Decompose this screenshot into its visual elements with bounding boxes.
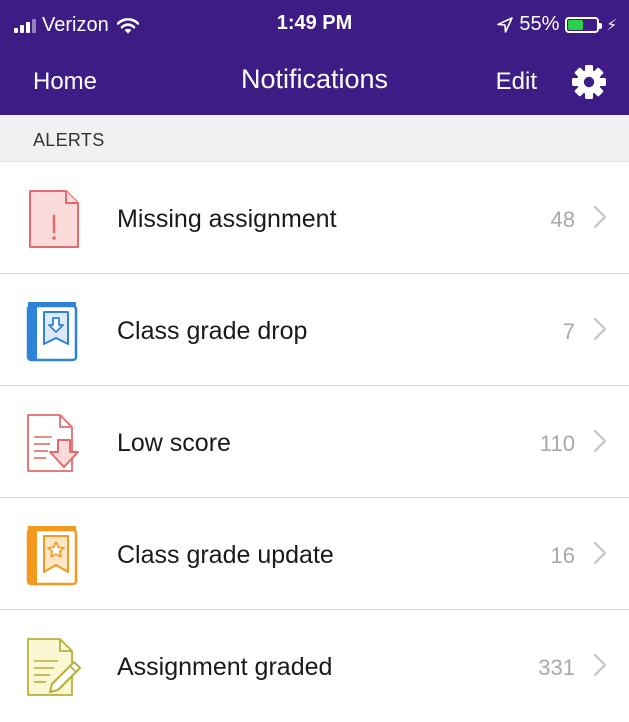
alert-label: Assignment graded (117, 653, 333, 681)
alert-count: 7 (562, 319, 575, 344)
nav-bar: Home Notifications Edit (0, 50, 629, 115)
chevron-right-icon (593, 317, 607, 341)
chevron-right-icon (593, 653, 607, 677)
alerts-section-header: ALERTS (0, 115, 629, 162)
battery-level-fill (568, 19, 584, 30)
alert-label: Low score (117, 429, 231, 457)
battery-icon (565, 16, 603, 33)
alert-row-class-grade-drop[interactable]: Class grade drop 7 (0, 274, 629, 386)
chevron-right-icon (593, 205, 607, 229)
alert-count: 331 (538, 655, 575, 680)
alert-label: Missing assignment (117, 205, 337, 233)
section-title: ALERTS (33, 130, 105, 150)
gear-icon[interactable] (571, 64, 607, 100)
alert-label: Class grade update (117, 541, 334, 569)
class-grade-update-icon (26, 526, 78, 586)
edit-button[interactable]: Edit (496, 68, 537, 96)
assignment-graded-icon (27, 638, 81, 696)
alert-count: 48 (550, 207, 575, 232)
status-bar: Verizon 1:49 PM 55% ⚡ (0, 0, 629, 50)
alert-label: Class grade drop (117, 317, 308, 345)
alert-count: 16 (550, 543, 575, 568)
charging-bolt-icon: ⚡ (606, 16, 617, 34)
alert-row-low-score[interactable]: Low score 110 (0, 386, 629, 498)
alerts-list: Missing assignment 48 Class grade drop 7 (0, 162, 629, 722)
chevron-right-icon (593, 429, 607, 453)
alert-row-missing-assignment[interactable]: Missing assignment 48 (0, 162, 629, 274)
low-score-icon (27, 414, 79, 472)
missing-assignment-icon (29, 190, 79, 248)
chevron-right-icon (593, 541, 607, 565)
class-grade-drop-icon (26, 302, 78, 362)
battery-percent: 55% (519, 13, 560, 35)
alert-count: 110 (539, 431, 575, 456)
location-arrow-icon (497, 16, 514, 33)
alert-row-class-grade-update[interactable]: Class grade update 16 (0, 498, 629, 610)
status-right: 55% ⚡ (497, 13, 617, 36)
alert-row-assignment-graded[interactable]: Assignment graded 331 (0, 610, 629, 722)
